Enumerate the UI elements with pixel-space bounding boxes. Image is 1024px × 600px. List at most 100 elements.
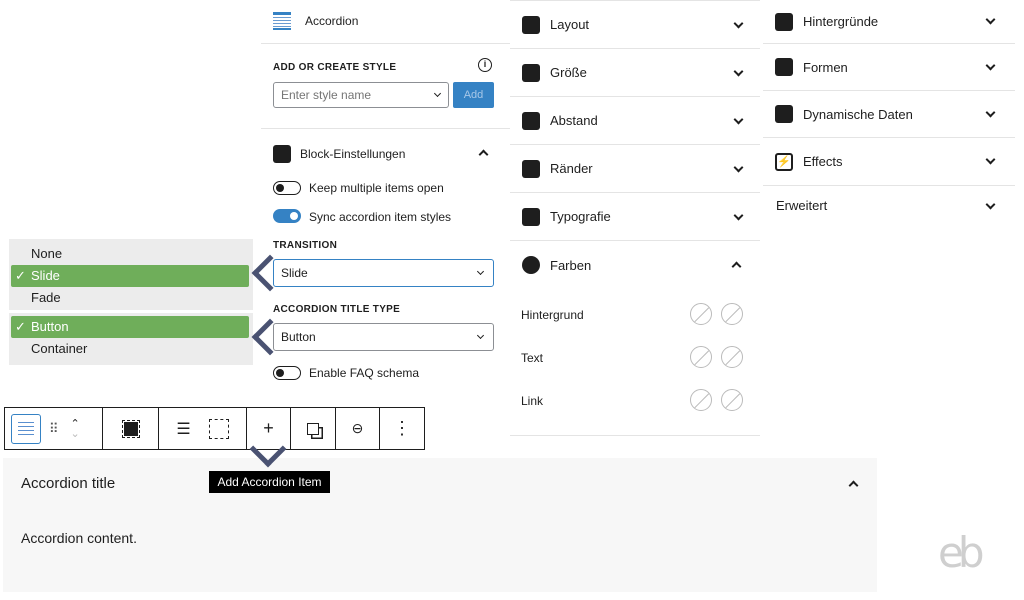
- accordion-title[interactable]: Accordion title: [21, 475, 115, 492]
- block-header: Accordion: [261, 0, 510, 44]
- option-button[interactable]: ✓ Button: [11, 316, 249, 338]
- spacing-icon: [522, 111, 540, 130]
- chevron-down-icon: [733, 162, 744, 173]
- panel-raender[interactable]: Ränder: [510, 145, 760, 193]
- option-slide[interactable]: ✓ Slide: [11, 265, 249, 287]
- panel-label: Erweitert: [776, 197, 828, 213]
- color-swatch[interactable]: [721, 346, 743, 368]
- database-icon: [775, 105, 793, 123]
- panel-label: Hintergründe: [803, 14, 879, 29]
- link-button[interactable]: ⊖: [335, 407, 380, 450]
- option-button-label: Button: [31, 319, 69, 334]
- option-slide-label: Slide: [31, 268, 60, 283]
- panel-label: Effects: [803, 154, 843, 169]
- panel-label: Typografie: [550, 209, 611, 224]
- chevron-down-icon: [433, 89, 442, 98]
- chevron-up-icon[interactable]: [848, 480, 859, 491]
- lightning-icon: ⚡: [775, 152, 793, 171]
- chevron-down-icon: [985, 199, 996, 210]
- color-swatch[interactable]: [690, 389, 712, 411]
- color-swatch[interactable]: [690, 303, 712, 325]
- title-type-select[interactable]: Button: [273, 323, 494, 351]
- panel-abstand[interactable]: Abstand: [510, 97, 760, 145]
- logo-text: eb: [938, 528, 984, 577]
- select-parent-button[interactable]: [102, 407, 159, 450]
- accordion-icon: [273, 12, 291, 30]
- info-icon[interactable]: i: [478, 58, 492, 72]
- chevron-up-icon: [731, 261, 742, 272]
- check-icon: ✓: [15, 268, 26, 283]
- panel-label: Ränder: [550, 161, 593, 176]
- panel-dynamische-daten[interactable]: Dynamische Daten: [763, 91, 1015, 138]
- background-icon: [775, 12, 793, 31]
- align-icon: ☰: [176, 420, 191, 438]
- divider: [261, 128, 510, 129]
- duplicate-button[interactable]: [290, 407, 336, 450]
- style-name-input[interactable]: Enter style name: [273, 82, 449, 108]
- option-none[interactable]: None: [11, 243, 249, 265]
- panel-farben[interactable]: Farben: [510, 241, 760, 289]
- color-label-link: Link: [521, 394, 544, 408]
- chevron-down-icon: [985, 60, 996, 71]
- style-label: ADD OR CREATE STYLE: [273, 62, 397, 73]
- chevron-down-icon: [985, 154, 996, 165]
- accordion-preview: Accordion title Accordion content.: [3, 458, 877, 592]
- chevron-down-icon: [985, 14, 996, 25]
- panel-typografie[interactable]: Typografie: [510, 193, 760, 241]
- faq-label: Enable FAQ schema: [309, 366, 420, 380]
- logo: eb: [938, 528, 984, 577]
- panel-erweitert[interactable]: Erweitert: [763, 186, 1015, 224]
- panel-formen[interactable]: Formen: [763, 44, 1015, 91]
- align-button[interactable]: ☰: [158, 407, 247, 450]
- option-fade[interactable]: Fade: [11, 287, 249, 309]
- border-icon: [522, 159, 540, 178]
- panels-right: Hintergründe Formen Dynamische Daten ⚡ Ef…: [763, 0, 1015, 230]
- block-settings-header[interactable]: Block-Einstellungen: [261, 140, 510, 168]
- keep-open-toggle[interactable]: [273, 181, 301, 195]
- drag-handle-icon[interactable]: ⠿: [49, 421, 59, 437]
- option-container[interactable]: Container: [11, 338, 249, 360]
- panel-label: Abstand: [550, 113, 598, 128]
- accordion-content: Accordion content.: [21, 530, 137, 546]
- keep-open-label: Keep multiple items open: [309, 181, 444, 195]
- toolbar-block-type[interactable]: ⠿ ⌃ ⌄: [4, 407, 103, 450]
- style-placeholder: Enter style name: [281, 88, 372, 102]
- more-options-button[interactable]: ⋮: [379, 407, 425, 450]
- link-icon: ⊖: [351, 420, 364, 436]
- check-icon: ✓: [15, 319, 26, 334]
- layout-icon: [522, 15, 540, 34]
- tooltip: Add Accordion Item: [209, 471, 330, 493]
- color-swatch[interactable]: [690, 346, 712, 368]
- accordion-icon[interactable]: [11, 413, 41, 444]
- transition-select[interactable]: Slide: [273, 259, 494, 287]
- color-swatch[interactable]: [721, 389, 743, 411]
- faq-toggle[interactable]: [273, 366, 301, 380]
- panel-layout[interactable]: Layout: [510, 1, 760, 49]
- panel-label: Layout: [550, 17, 590, 32]
- color-label-background: Hintergrund: [521, 308, 584, 322]
- title-type-label: ACCORDION TITLE TYPE: [273, 304, 401, 315]
- chevron-down-icon: [476, 267, 485, 276]
- block-title: Accordion: [305, 14, 359, 28]
- panel-label: Farben: [550, 257, 592, 273]
- color-label-text: Text: [521, 351, 544, 365]
- panel-label: Formen: [803, 59, 848, 75]
- panel-label: Dynamische Daten: [803, 106, 913, 122]
- block-settings-title: Block-Einstellungen: [300, 147, 406, 161]
- chevron-down-icon: [733, 114, 744, 125]
- panel-groesse[interactable]: Größe: [510, 49, 760, 97]
- chevron-down-icon: [733, 66, 744, 77]
- palette-icon: [522, 256, 540, 274]
- panel-hintergruende[interactable]: Hintergründe: [763, 0, 1015, 44]
- block-select-icon: [121, 419, 140, 438]
- color-swatch[interactable]: [721, 303, 743, 325]
- duplicate-icon: [307, 422, 319, 435]
- add-style-button[interactable]: Add: [453, 82, 494, 108]
- move-up-down-icon[interactable]: ⌃ ⌄: [71, 418, 80, 439]
- sync-label: Sync accordion item styles: [309, 210, 452, 224]
- transition-label: TRANSITION: [273, 240, 338, 251]
- chevron-down-icon: [985, 107, 996, 118]
- more-icon: ⋮: [393, 418, 411, 438]
- panel-effects[interactable]: ⚡ Effects: [763, 138, 1015, 186]
- sync-toggle[interactable]: [273, 209, 301, 223]
